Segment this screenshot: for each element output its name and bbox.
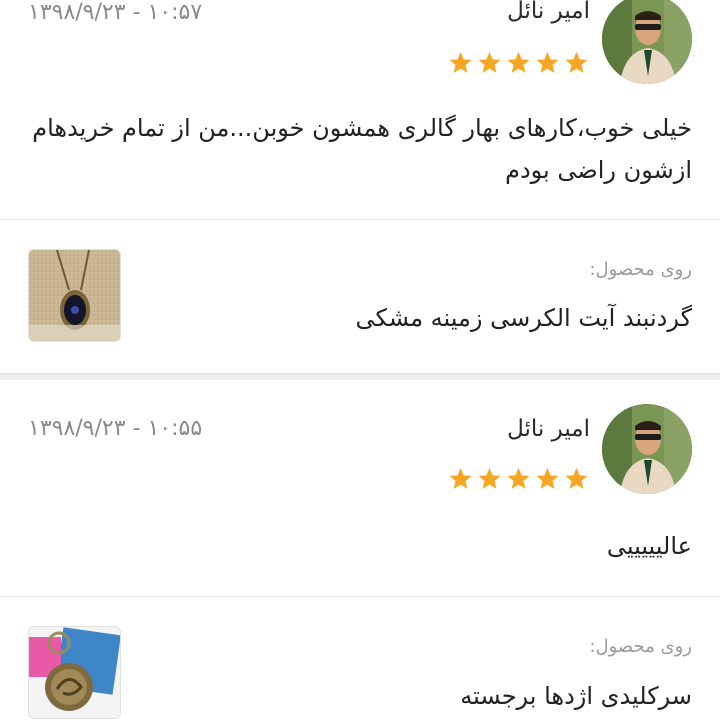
star-icon	[478, 467, 501, 489]
star-icon	[565, 467, 588, 489]
dragon-keychain-icon	[29, 627, 120, 718]
star-icon	[536, 51, 559, 73]
divider	[0, 596, 720, 597]
product-thumbnail[interactable]	[28, 626, 121, 719]
review-comment: عالیییییی	[606, 532, 692, 560]
review-card: امیر نائل ۱۳۹۸/۹/۲۳ - ۱۰:۵۷ خیلی خوب،کار…	[0, 0, 720, 373]
review-card: امیر نائل ۱۳۹۸/۹/۲۳ - ۱۰:۵۵ عالیییییی رو…	[0, 380, 720, 720]
on-product-label: روی محصول:	[589, 636, 692, 657]
necklace-pendant-icon	[29, 250, 120, 341]
product-name-link[interactable]: سرکلیدی اژدها برجسته	[460, 682, 692, 710]
reviews-list: امیر نائل ۱۳۹۸/۹/۲۳ - ۱۰:۵۷ خیلی خوب،کار…	[0, 0, 720, 720]
divider	[0, 219, 720, 220]
review-author: امیر نائل	[507, 0, 590, 24]
star-icon	[449, 51, 472, 73]
user-avatar[interactable]	[602, 404, 692, 494]
rating-stars	[447, 466, 590, 492]
product-thumbnail[interactable]	[28, 249, 121, 342]
review-datetime: ۱۳۹۸/۹/۲۳ - ۱۰:۵۷	[28, 0, 203, 25]
product-name-link[interactable]: گردنبند آیت الکرسی زمینه مشکی	[356, 304, 692, 332]
review-datetime: ۱۳۹۸/۹/۲۳ - ۱۰:۵۵	[28, 416, 203, 441]
review-comment: خیلی خوب،کارهای بهار گالری همشون خوبن...…	[32, 114, 692, 184]
star-icon	[449, 467, 472, 489]
star-icon	[565, 51, 588, 73]
on-product-label: روی محصول:	[589, 259, 692, 280]
star-icon	[507, 467, 530, 489]
user-avatar[interactable]	[602, 0, 692, 84]
star-icon	[507, 51, 530, 73]
avatar-photo-icon	[602, 0, 692, 84]
avatar-photo-icon	[602, 404, 692, 494]
rating-stars	[447, 50, 590, 76]
review-author: امیر نائل	[507, 416, 590, 442]
star-icon	[536, 467, 559, 489]
star-icon	[478, 51, 501, 73]
